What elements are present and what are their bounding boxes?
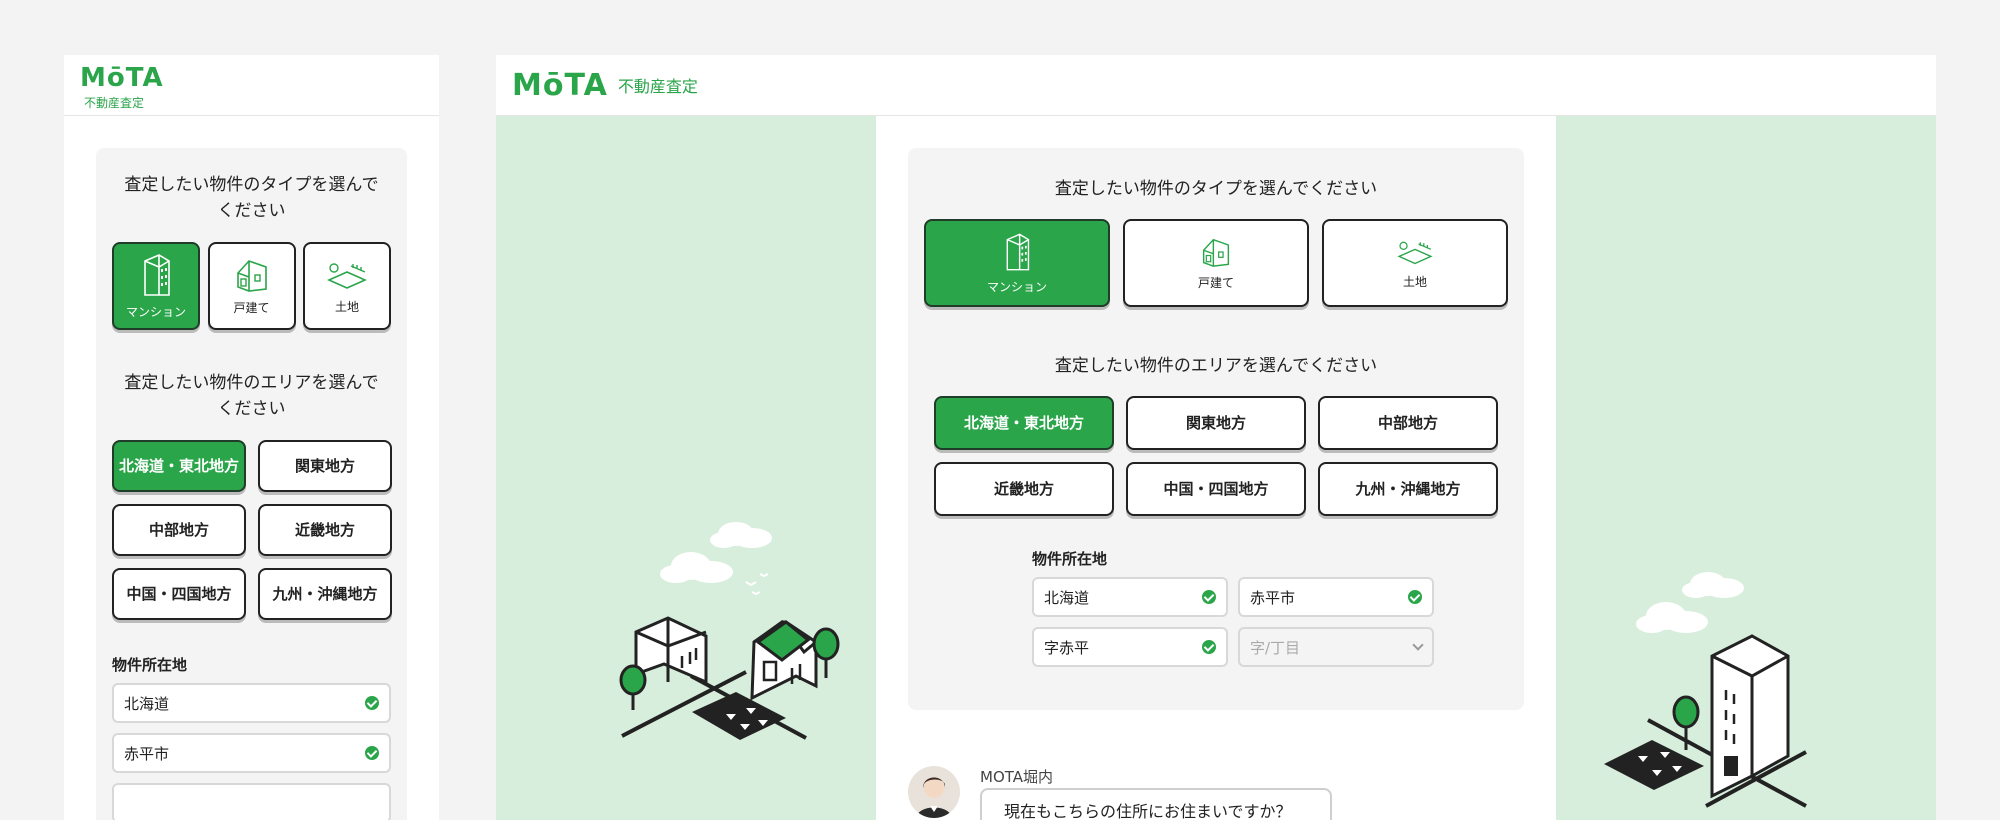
agent-portrait xyxy=(916,777,952,818)
apartment-icon xyxy=(144,253,170,296)
mobile-preview: MōTA 不動産査定 査定したい物件のタイプを選んでください マンション 戸建て… xyxy=(64,55,439,820)
check-icon xyxy=(1408,590,1422,604)
apartment-icon xyxy=(1006,233,1030,270)
land-icon xyxy=(327,262,367,289)
location-title: 物件所在地 xyxy=(1032,550,1108,568)
desktop-preview: MōTA 不動産査定 査定したい物件のタイプを選んでください マンション 戸建て… xyxy=(496,55,1936,820)
type-button-apartment[interactable]: マンション xyxy=(924,219,1110,307)
location-title: 物件所在地 xyxy=(112,656,188,674)
type-question: 査定したい物件のタイプを選んでください xyxy=(124,175,379,221)
area-button-kinki[interactable]: 近畿地方 xyxy=(934,462,1114,516)
area-question: 査定したい物件のエリアを選んでください xyxy=(1054,356,1378,376)
desktop-main: 査定したい物件のタイプを選んでください マンション 戸建て 土地 査定したい物件… xyxy=(876,116,1556,820)
location-section: 物件所在地 北海道 赤平市 字赤平 字/丁目 xyxy=(1032,548,1508,667)
land-icon xyxy=(1397,241,1433,264)
prefecture-select[interactable]: 北海道 xyxy=(112,683,391,723)
area-group: 北海道・東北地方 関東地方 中部地方 近畿地方 中国・四国地方 九州・沖縄地方 xyxy=(112,440,392,620)
area-button-kyushu-okinawa[interactable]: 九州・沖縄地方 xyxy=(258,568,392,620)
type-label: 土地 xyxy=(334,299,359,314)
area-button-hokkaido-tohoku[interactable]: 北海道・東北地方 xyxy=(112,440,246,492)
type-button-land[interactable]: 土地 xyxy=(1322,219,1508,307)
mobile-form-panel: 査定したい物件のタイプを選んでください マンション 戸建て 土地 査定したい物件… xyxy=(96,148,407,820)
type-label: マンション xyxy=(986,279,1047,294)
area-question: 査定したい物件のエリアを選んでください xyxy=(124,373,379,419)
area-button-chugoku-shikoku[interactable]: 中国・四国地方 xyxy=(112,568,246,620)
type-button-land[interactable]: 土地 xyxy=(303,242,391,330)
type-button-house[interactable]: 戸建て xyxy=(207,242,296,330)
city-select[interactable]: 赤平市 xyxy=(112,733,391,773)
property-type-group: マンション 戸建て 土地 xyxy=(112,242,391,330)
logo-subtitle: 不動産査定 xyxy=(617,77,698,96)
type-label: 戸建て xyxy=(233,300,270,315)
field-placeholder: 字/丁目 xyxy=(1250,638,1301,657)
area-button-chubu[interactable]: 中部地方 xyxy=(112,504,246,556)
chat-sender-name: MOTA堀内 xyxy=(980,768,1054,786)
town-select[interactable] xyxy=(112,783,391,820)
check-icon xyxy=(365,746,379,760)
area-button-chugoku-shikoku[interactable]: 中国・四国地方 xyxy=(1126,462,1306,516)
building-illustration xyxy=(1604,572,1807,808)
mota-logo[interactable]: MōTA xyxy=(80,65,423,91)
property-type-group: マンション 戸建て 土地 xyxy=(924,219,1508,307)
town-select[interactable]: 字赤平 xyxy=(1032,627,1228,667)
chome-select[interactable]: 字/丁目 xyxy=(1238,627,1434,667)
left-illustration-panel xyxy=(496,116,876,820)
mobile-header: MōTA 不動産査定 xyxy=(64,55,439,116)
city-select[interactable]: 赤平市 xyxy=(1238,577,1434,617)
type-label: 戸建て xyxy=(1197,275,1234,290)
chevron-down-icon xyxy=(1412,639,1424,651)
area-button-chubu[interactable]: 中部地方 xyxy=(1318,396,1498,450)
area-button-kinki[interactable]: 近畿地方 xyxy=(258,504,392,556)
area-button-hokkaido-tohoku[interactable]: 北海道・東北地方 xyxy=(934,396,1114,450)
location-fields: 北海道 赤平市 字赤平 字/丁目 xyxy=(1032,577,1508,667)
area-button-kanto[interactable]: 関東地方 xyxy=(1126,396,1306,450)
desktop-form-panel: 査定したい物件のタイプを選んでください マンション 戸建て 土地 査定したい物件… xyxy=(908,148,1524,710)
logo-subtitle: 不動産査定 xyxy=(84,96,145,110)
type-label: 土地 xyxy=(1402,274,1427,289)
field-value: 北海道 xyxy=(1044,588,1090,607)
house-icon xyxy=(236,259,267,292)
type-label: マンション xyxy=(125,304,186,319)
prefecture-select[interactable]: 北海道 xyxy=(1032,577,1228,617)
type-button-house[interactable]: 戸建て xyxy=(1123,219,1309,307)
field-value: 赤平市 xyxy=(124,744,170,763)
area-button-kyushu-okinawa[interactable]: 九州・沖縄地方 xyxy=(1318,462,1498,516)
mota-logo[interactable]: MōTA xyxy=(512,68,608,103)
check-icon xyxy=(365,696,379,710)
field-value: 赤平市 xyxy=(1250,588,1296,607)
check-icon xyxy=(1202,590,1216,604)
type-question: 査定したい物件のタイプを選んでください xyxy=(1054,179,1378,199)
chat-bubble: 現在もこちらの住所にお住まいですか？ xyxy=(980,788,1332,820)
desktop-header: MōTA 不動産査定 xyxy=(496,55,1936,116)
area-group: 北海道・東北地方 関東地方 中部地方 近畿地方 中国・四国地方 九州・沖縄地方 xyxy=(924,396,1508,516)
field-value: 字赤平 xyxy=(1044,638,1090,657)
field-value: 北海道 xyxy=(124,694,170,713)
area-button-kanto[interactable]: 関東地方 xyxy=(258,440,392,492)
location-fields: 北海道 赤平市 xyxy=(112,683,391,820)
type-button-apartment[interactable]: マンション xyxy=(112,242,200,330)
check-icon xyxy=(1202,640,1216,654)
right-illustration-panel xyxy=(1556,116,1936,820)
avatar xyxy=(908,766,960,818)
houses-illustration xyxy=(619,522,840,740)
house-icon xyxy=(1202,238,1230,267)
